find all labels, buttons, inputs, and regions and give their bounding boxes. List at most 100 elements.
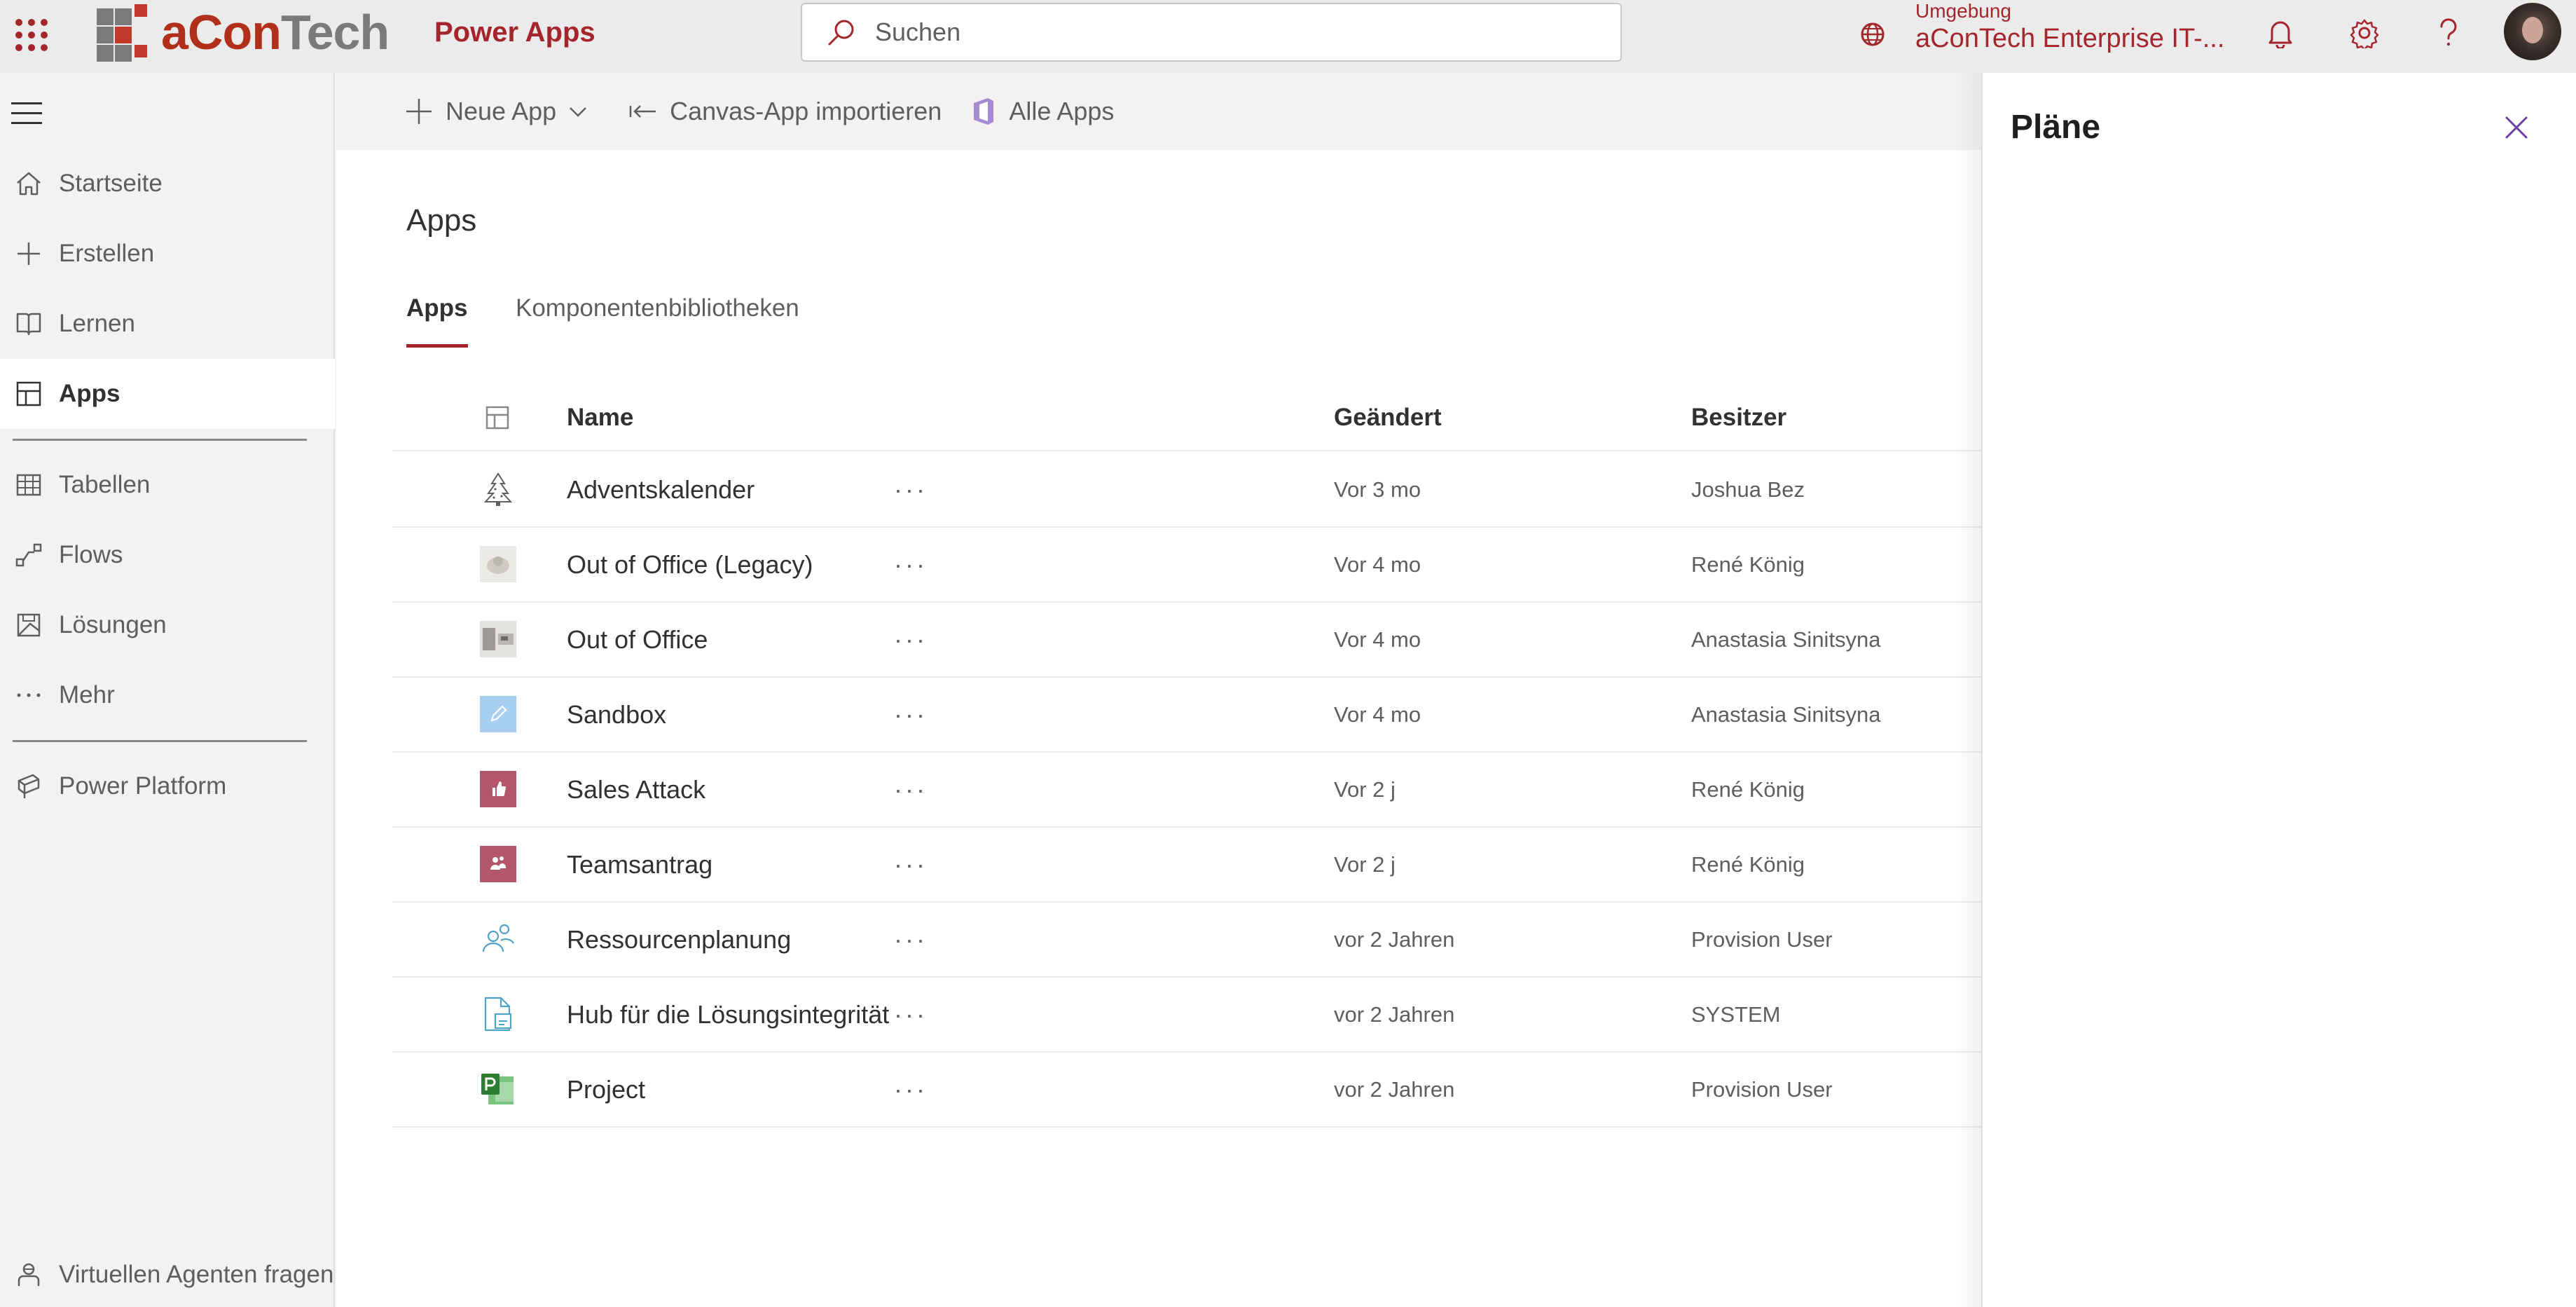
search-box[interactable] <box>801 3 1622 62</box>
app-name[interactable]: Ressourcenplanung <box>567 903 791 976</box>
more-actions-button[interactable]: ··· <box>890 828 932 901</box>
owner-name: Joshua Bez <box>1691 477 1805 502</box>
solutions-icon <box>13 609 45 641</box>
sidebar-item-label: Lernen <box>59 310 135 337</box>
table-row[interactable]: Out of Office (Legacy) ··· Vor 4 mo René… <box>392 528 1983 603</box>
app-name[interactable]: Hub für die Lösungsintegrität <box>567 978 889 1051</box>
plans-panel: Pläne <box>1981 73 2576 1307</box>
more-actions-button[interactable]: ··· <box>890 528 932 601</box>
sidebar-item-apps[interactable]: Apps <box>0 359 335 429</box>
column-header-owner[interactable]: Besitzer <box>1691 384 1786 451</box>
page-title: Apps <box>406 203 477 238</box>
owner-name: Anastasia Sinitsyna <box>1691 702 1881 727</box>
table-row[interactable]: Adventskalender ··· Vor 3 mo Joshua Bez <box>392 453 1983 528</box>
column-type-icon[interactable] <box>485 384 510 451</box>
modified-date: vor 2 Jahren <box>1334 926 1455 952</box>
sidebar-item-erstellen[interactable]: Erstellen <box>0 219 335 289</box>
plus-icon <box>13 238 45 270</box>
book-icon <box>13 308 45 340</box>
sidebar-item-mehr[interactable]: Mehr <box>0 660 335 730</box>
office-icon <box>974 98 994 125</box>
table-row[interactable]: Sandbox ··· Vor 4 mo Anastasia Sinitsyna <box>392 678 1983 753</box>
import-canvas-app-button[interactable]: Canvas-App importieren <box>628 96 942 127</box>
logo-mark-icon <box>94 3 158 62</box>
people-icon <box>482 924 514 952</box>
column-header-modified[interactable]: Geändert <box>1334 384 1442 451</box>
main-content: Apps Apps Komponentenbibliotheken Name G… <box>336 150 1983 1307</box>
top-header: aConTech Power Apps Umgebung aConTech En… <box>0 0 2576 73</box>
sidebar-item-label: Erstellen <box>59 240 155 267</box>
app-name[interactable]: Sales Attack <box>567 753 705 826</box>
new-app-label: Neue App <box>446 97 557 125</box>
sidebar-divider <box>13 439 307 441</box>
import-canvas-app-label: Canvas-App importieren <box>670 97 942 125</box>
owner-name: René König <box>1691 552 1805 577</box>
app-name[interactable]: Project <box>567 1053 645 1126</box>
sidebar-item-label: Startseite <box>59 170 163 197</box>
sidebar-item-loesungen[interactable]: Lösungen <box>0 590 335 660</box>
virtual-agent-button[interactable]: Virtuellen Agenten fragen <box>0 1243 335 1306</box>
plus-icon <box>406 99 432 124</box>
more-actions-button[interactable]: ··· <box>890 753 932 826</box>
more-actions-button[interactable]: ··· <box>890 978 932 1051</box>
sidebar-item-label: Apps <box>59 380 120 407</box>
modified-date: Vor 2 j <box>1334 851 1396 877</box>
app-name[interactable]: Out of Office (Legacy) <box>567 528 813 601</box>
table-row[interactable]: Hub für die Lösungsintegrität ··· vor 2 … <box>392 978 1983 1053</box>
sidebar-divider <box>13 740 307 742</box>
flow-icon <box>13 539 45 571</box>
table-row[interactable]: Ressourcenplanung ··· vor 2 Jahren Provi… <box>392 903 1983 978</box>
image-thumbnail-icon <box>480 546 516 582</box>
new-app-button[interactable]: Neue App <box>404 96 600 127</box>
chevron-down-icon[interactable] <box>567 101 588 122</box>
image-thumbnail-icon <box>480 621 516 657</box>
more-actions-button[interactable]: ··· <box>890 603 932 676</box>
bell-icon[interactable] <box>2263 15 2298 50</box>
more-icon <box>13 679 45 711</box>
app-name[interactable]: Out of Office <box>567 603 708 676</box>
app-name[interactable]: Teamsantrag <box>567 828 712 901</box>
table-row[interactable]: Sales Attack ··· Vor 2 j René König <box>392 753 1983 828</box>
bot-icon <box>13 1259 45 1291</box>
tab-apps[interactable]: Apps <box>406 294 468 348</box>
search-icon <box>828 20 854 46</box>
more-actions-button[interactable]: ··· <box>890 1053 932 1126</box>
table-header: Name Geändert Besitzer <box>392 384 1983 451</box>
modified-date: vor 2 Jahren <box>1334 1076 1455 1102</box>
app-name[interactable]: Adventskalender <box>567 453 755 526</box>
home-icon <box>13 167 45 200</box>
column-header-name[interactable]: Name <box>567 384 633 451</box>
modified-date: Vor 3 mo <box>1334 477 1421 502</box>
search-input[interactable] <box>875 18 1576 47</box>
environment-selector[interactable]: aConTech Enterprise IT-... <box>1915 24 2224 54</box>
table-row[interactable]: Teamsantrag ··· Vor 2 j René König <box>392 828 1983 903</box>
sidebar-item-flows[interactable]: Flows <box>0 520 335 590</box>
gear-icon[interactable] <box>2347 15 2382 50</box>
help-icon[interactable] <box>2431 15 2466 50</box>
table-row[interactable]: Out of Office ··· Vor 4 mo Anastasia Sin… <box>392 603 1983 678</box>
sidebar-item-power-platform[interactable]: Power Platform <box>0 751 335 821</box>
command-bar: Neue App Canvas-App importieren Alle App… <box>336 73 1983 150</box>
sidebar-item-lernen[interactable]: Lernen <box>0 289 335 359</box>
tab-komponentenbibliotheken[interactable]: Komponentenbibliotheken <box>516 294 799 348</box>
more-actions-button[interactable]: ··· <box>890 903 932 976</box>
table-icon <box>13 469 45 501</box>
waffle-icon[interactable] <box>10 14 52 56</box>
table-row[interactable]: Project ··· vor 2 Jahren Provision User <box>392 1053 1983 1128</box>
import-icon <box>629 105 656 118</box>
close-icon[interactable] <box>2501 112 2532 143</box>
all-apps-label: Alle Apps <box>1009 97 1115 125</box>
more-actions-button[interactable]: ··· <box>890 453 932 526</box>
sidebar-item-tabellen[interactable]: Tabellen <box>0 450 335 520</box>
app-name[interactable]: Power Apps <box>434 17 595 48</box>
hamburger-menu-icon[interactable] <box>11 102 42 126</box>
all-apps-button[interactable]: Alle Apps <box>970 96 1114 127</box>
user-avatar[interactable] <box>2504 3 2561 60</box>
environment-icon[interactable] <box>1857 18 1889 50</box>
more-actions-button[interactable]: ··· <box>890 678 932 751</box>
sidebar-item-label: Power Platform <box>59 772 227 800</box>
owner-name: Provision User <box>1691 926 1833 952</box>
app-name[interactable]: Sandbox <box>567 678 666 751</box>
sidebar-item-startseite[interactable]: Startseite <box>0 149 335 219</box>
panel-title: Pläne <box>2011 109 2101 146</box>
